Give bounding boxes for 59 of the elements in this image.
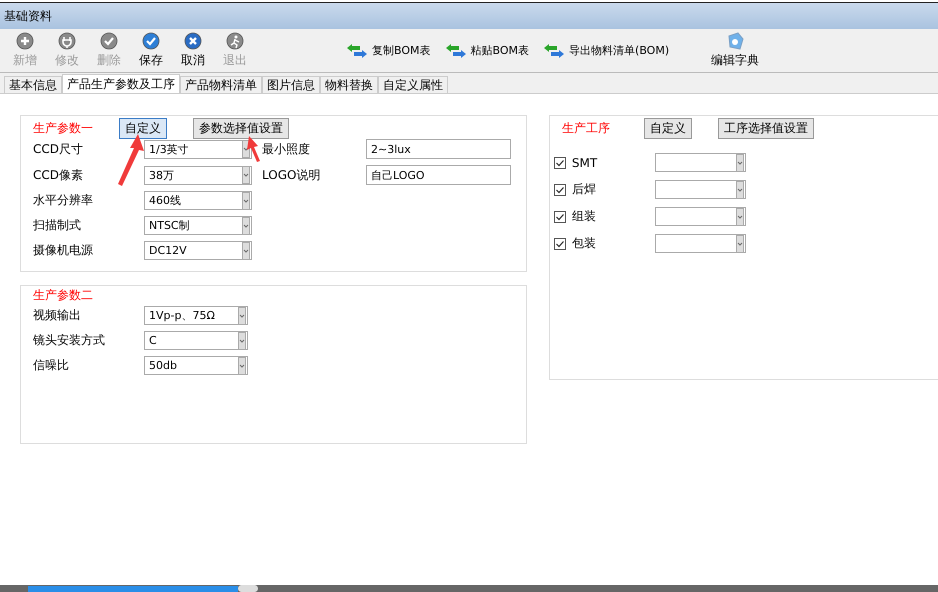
tab[interactable]: 产品物料清单 [180, 76, 262, 93]
dropdown[interactable]: 1/3英寸 [144, 140, 252, 158]
dropdown[interactable]: NTSC制 [144, 216, 252, 235]
toolbar-button[interactable]: 导出物料清单(BOM) [543, 42, 670, 58]
dropdown[interactable]: 460线 [144, 191, 252, 210]
plug-icon [58, 32, 76, 50]
arrows-icon [543, 42, 566, 58]
checkbox[interactable] [554, 156, 566, 168]
annotation-arrow [247, 136, 260, 162]
checkbox-label: SMT [572, 156, 598, 170]
tab[interactable]: 自定义属性 [378, 76, 448, 93]
tab[interactable]: 产品生产参数及工序 [62, 74, 180, 93]
checkbox-label: 包装 [572, 235, 596, 252]
section-title: 生产参数一 [33, 120, 94, 136]
toolbar-button[interactable]: 保存 [132, 32, 170, 69]
text-field[interactable]: 自己LOGO [366, 165, 511, 185]
arrows-icon [444, 42, 467, 58]
dropdown[interactable]: 38万 [144, 166, 252, 184]
toolbar-button[interactable]: 编辑字典 [707, 32, 764, 69]
tab[interactable]: 物料替换 [320, 76, 378, 93]
checkbox[interactable] [554, 184, 566, 196]
field-label: 扫描制式 [33, 217, 82, 234]
arrows-icon [346, 42, 368, 58]
dropdown[interactable]: DC12V [144, 241, 252, 260]
toolbar-button[interactable]: 取消 [174, 32, 212, 69]
section-title: 生产参数二 [33, 286, 94, 304]
field-label: LOGO说明 [261, 166, 322, 184]
settings-button[interactable]: 工序选择值设置 [718, 118, 814, 138]
field-label: 视频输出 [33, 307, 82, 324]
plus-icon [16, 32, 34, 50]
checkbox-label: 后焊 [572, 181, 596, 198]
custom-button[interactable]: 自定义 [644, 118, 692, 138]
field-label: CCD尺寸 [33, 140, 84, 158]
toolbar-button[interactable]: 粘贴BOM表 [444, 42, 530, 58]
tab[interactable]: 图片信息 [262, 76, 320, 93]
custom-button[interactable]: 自定义 [119, 118, 167, 138]
dropdown[interactable]: 50db [144, 356, 248, 375]
dropdown[interactable]: C [144, 331, 248, 350]
check-icon [100, 32, 118, 50]
checkbox-label: 组装 [572, 208, 596, 225]
runner-icon [226, 32, 244, 50]
check-icon [142, 32, 160, 50]
settings-button[interactable]: 参数选择值设置 [193, 118, 289, 138]
dropdown[interactable]: 1Vp-p、75Ω [144, 306, 248, 325]
toolbar-button[interactable]: 复制BOM表 [346, 42, 431, 58]
window-title: 基础资料 [4, 8, 52, 24]
field-label: 信噪比 [33, 357, 70, 374]
tab[interactable]: 基本信息 [4, 76, 62, 93]
annotation-arrow [118, 134, 144, 186]
checkbox[interactable] [554, 238, 566, 250]
field-label: 水平分辨率 [33, 192, 94, 209]
close-icon [184, 32, 202, 50]
field-label: 最小照度 [261, 140, 311, 158]
text-field[interactable]: 2~3lux [366, 139, 511, 159]
field-label: CCD像素 [33, 166, 84, 184]
field-label: 镜头安装方式 [33, 332, 106, 349]
field-label: 摄像机电源 [33, 242, 94, 259]
checkbox[interactable] [554, 210, 566, 222]
section-title: 生产工序 [562, 120, 611, 136]
